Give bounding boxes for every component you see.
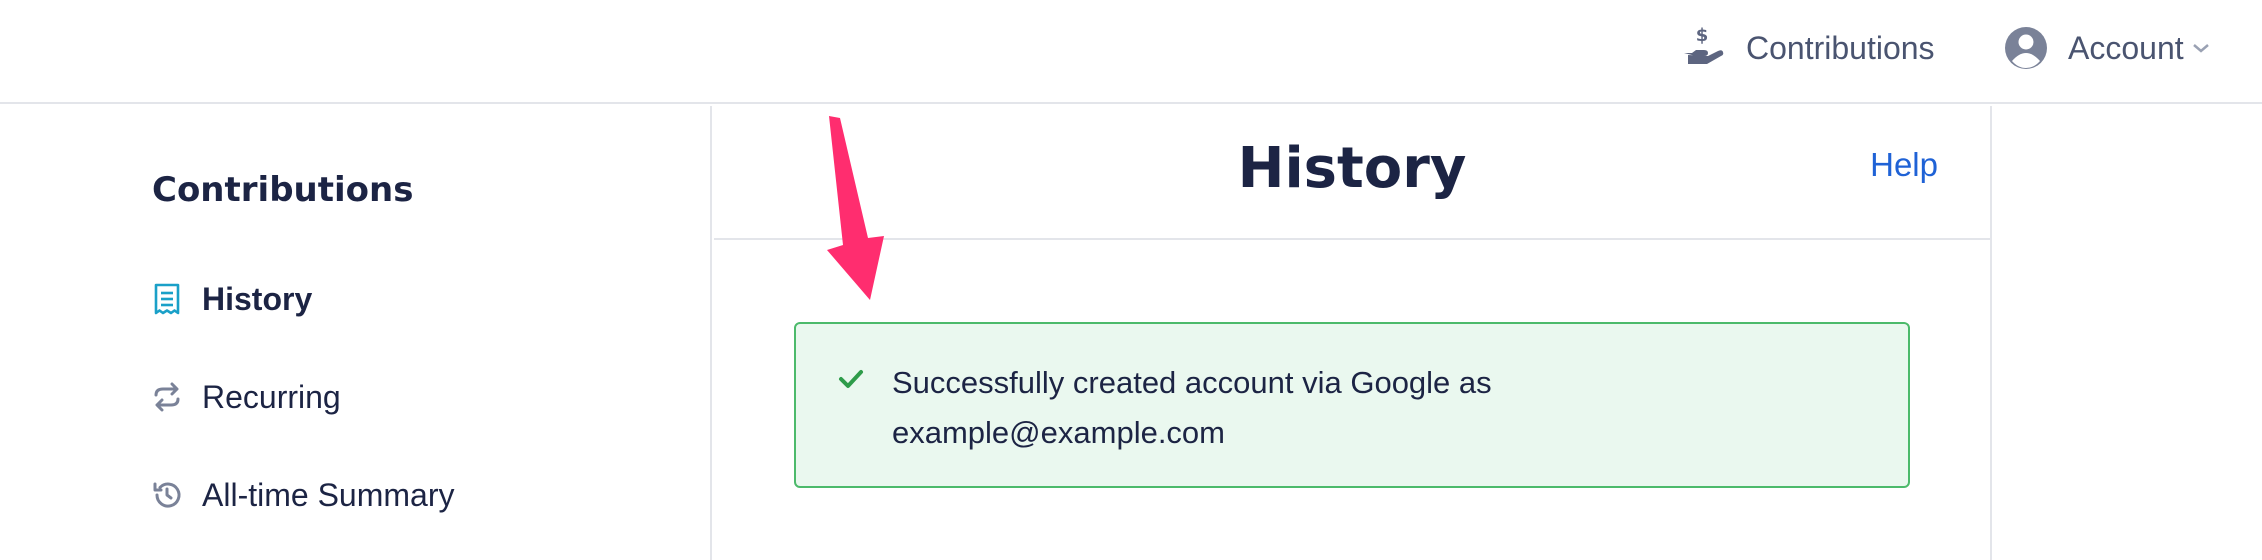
svg-text:$: $ (1696, 25, 1709, 46)
sidebar-item-label: Recurring (202, 378, 341, 415)
main-content: History Help Successfully created accoun… (714, 106, 1992, 560)
page-title: History (1237, 136, 1467, 201)
repeat-icon (152, 382, 182, 412)
sidebar: Contributions History Recurring All-time… (0, 106, 712, 560)
success-alert: Successfully created account via Google … (794, 322, 1910, 488)
history-icon (152, 480, 182, 510)
alert-message-email: example@example.com (892, 415, 1225, 450)
sidebar-item-label: History (202, 280, 313, 317)
hand-dollar-icon: $ (1680, 25, 1726, 71)
sidebar-item-label: All-time Summary (202, 476, 455, 513)
top-navbar: $ Contributions Account (0, 0, 2262, 104)
help-link[interactable]: Help (1870, 146, 1938, 184)
alert-message-line-1: Successfully created account via Google … (892, 365, 1492, 400)
user-circle-icon (2004, 26, 2048, 70)
nav-account-menu[interactable]: Account (2004, 18, 2210, 78)
nav-contributions-label: Contributions (1746, 29, 1935, 66)
nav-account-label: Account (2068, 29, 2184, 66)
page-header: History Help (714, 106, 1990, 240)
sidebar-item-recurring[interactable]: Recurring (152, 372, 341, 422)
nav-contributions-link[interactable]: $ Contributions (1680, 18, 1935, 78)
alert-message: Successfully created account via Google … (892, 358, 1652, 458)
sidebar-item-history[interactable]: History (152, 274, 312, 324)
sidebar-item-all-time-summary[interactable]: All-time Summary (152, 470, 454, 520)
sidebar-heading: Contributions (152, 170, 414, 210)
chevron-down-icon (2192, 42, 2210, 54)
receipt-icon (152, 283, 182, 315)
check-icon (838, 368, 864, 395)
